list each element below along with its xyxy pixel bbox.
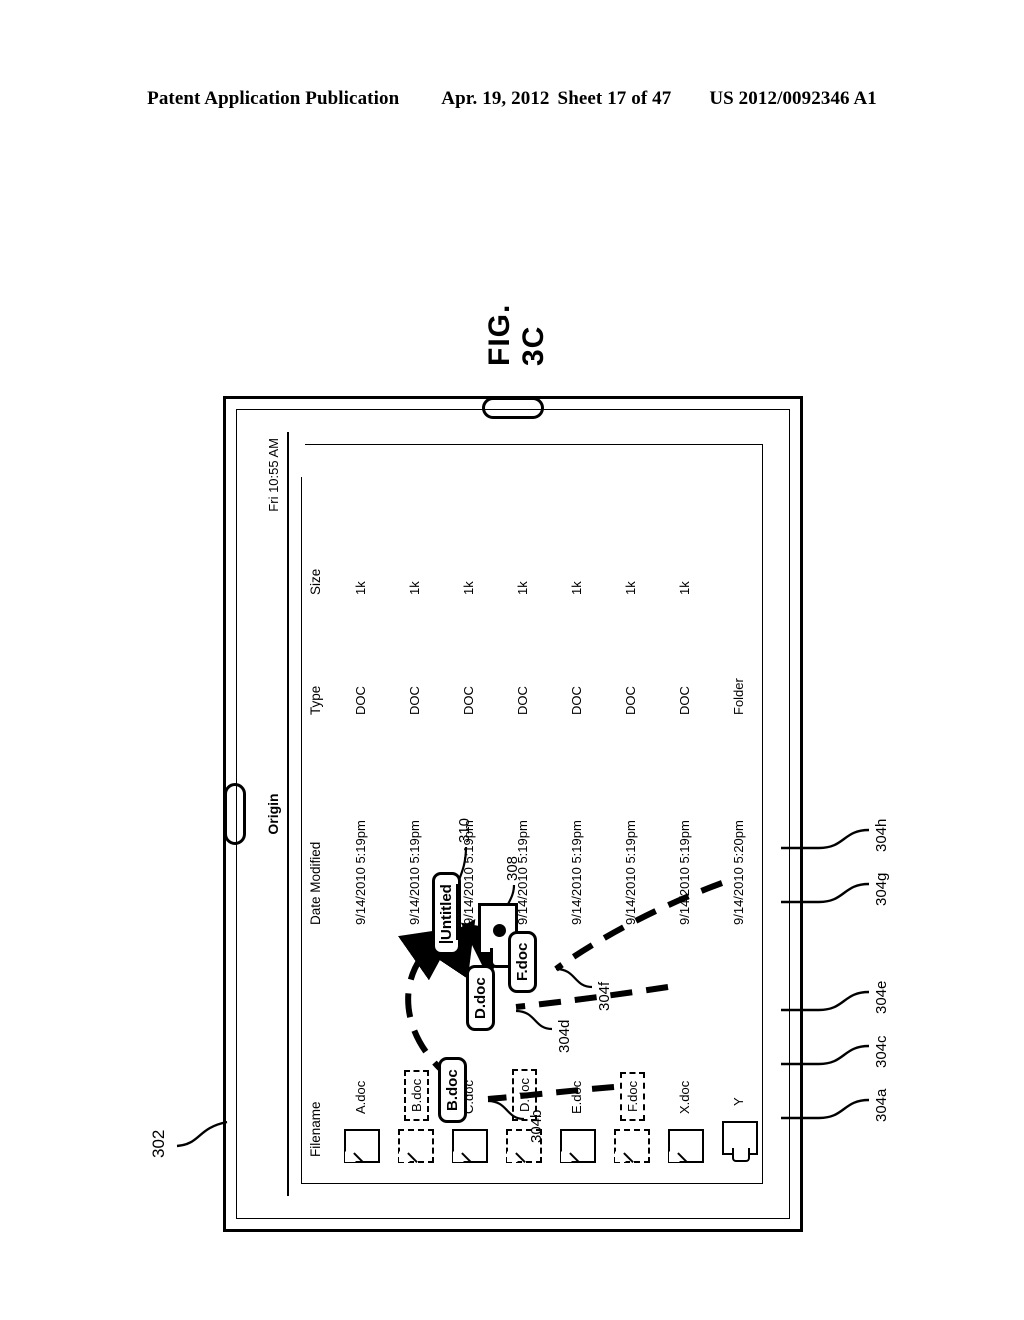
- file-list-window[interactable]: Filename Date Modified Type Size A.doc 9…: [301, 444, 763, 1184]
- window-title: Origin: [265, 793, 281, 835]
- table-row[interactable]: A.doc 9/14/2010 5:19pm DOC 1k: [336, 445, 390, 1183]
- ref-304f: 304f: [596, 981, 613, 1011]
- file-type: DOC: [353, 686, 368, 715]
- folder-badge-dot-icon: [493, 924, 506, 937]
- drag-chip-d[interactable]: D.doc: [466, 965, 495, 1031]
- file-size: 1k: [623, 581, 638, 595]
- file-size: 1k: [515, 581, 530, 595]
- file-size: 1k: [677, 581, 692, 595]
- table-row[interactable]: X.doc 9/14/2010 5:19pm DOC 1k: [660, 445, 714, 1183]
- file-type: DOC: [407, 686, 422, 715]
- file-rows: A.doc 9/14/2010 5:19pm DOC 1k B.doc 9/14…: [336, 445, 762, 1183]
- file-type: DOC: [569, 686, 584, 715]
- file-date-modified: 9/14/2010 5:19pm: [623, 820, 638, 925]
- title-bar: Origin Fri 10:55 AM: [259, 432, 289, 1196]
- ref-304h: 304h: [873, 818, 890, 852]
- document-icon[interactable]: [560, 1129, 596, 1163]
- patent-sheet-header: Patent Application Publication Apr. 19, …: [0, 88, 1024, 110]
- table-row[interactable]: F.doc 9/14/2010 5:19pm DOC 1k: [606, 445, 660, 1183]
- ref-304e: 304e: [873, 980, 890, 1014]
- table-row[interactable]: Y 9/14/2010 5:20pm Folder: [714, 445, 768, 1183]
- device-bezel-inner: Origin Fri 10:55 AM Filename Date Modifi…: [236, 409, 790, 1219]
- file-type: DOC: [515, 686, 530, 715]
- file-name-label[interactable]: X.doc: [674, 1074, 695, 1121]
- tablet-device: Origin Fri 10:55 AM Filename Date Modifi…: [223, 396, 803, 1232]
- ref-304a: 304a: [873, 1088, 890, 1122]
- file-type: DOC: [623, 686, 638, 715]
- column-header-date-modified[interactable]: Date Modified: [308, 842, 323, 925]
- file-name-label[interactable]: Y: [728, 1090, 749, 1113]
- file-size: 1k: [407, 581, 422, 595]
- publication-date: Apr. 19, 2012: [441, 88, 550, 109]
- file-name-label[interactable]: B.doc: [404, 1069, 429, 1121]
- patent-number: US 2012/0092346 A1: [709, 88, 877, 109]
- ref-310: 310: [456, 817, 473, 843]
- ref-304b: 304b: [528, 1109, 545, 1143]
- file-size: 1k: [569, 581, 584, 595]
- ref-302: 302: [149, 1129, 168, 1158]
- file-date-modified: 9/14/2010 5:20pm: [731, 820, 746, 925]
- ref-308: 308: [504, 855, 521, 881]
- document-icon-dashed[interactable]: [614, 1129, 650, 1163]
- file-type: DOC: [677, 686, 692, 715]
- drag-chip-f[interactable]: F.doc: [508, 930, 537, 993]
- file-date-modified: 9/14/2010 5:19pm: [353, 820, 368, 925]
- file-date-modified: 9/14/2010 5:19pm: [677, 820, 692, 925]
- column-header-row: Filename Date Modified Type Size: [308, 445, 334, 1183]
- drag-chip-b[interactable]: B.doc: [438, 1057, 467, 1123]
- file-name-label[interactable]: E.doc: [566, 1074, 587, 1121]
- table-row[interactable]: B.doc 9/14/2010 5:19pm DOC 1k: [390, 445, 444, 1183]
- ref-304c: 304c: [873, 1035, 890, 1068]
- text-cursor-icon: [439, 941, 453, 943]
- column-header-filename[interactable]: Filename: [308, 1101, 323, 1157]
- document-icon[interactable]: [452, 1129, 488, 1163]
- file-size: 1k: [353, 581, 368, 595]
- file-type: Folder: [731, 678, 746, 715]
- file-name-label[interactable]: F.doc: [620, 1071, 645, 1121]
- document-icon[interactable]: [344, 1129, 380, 1163]
- document-icon-dashed[interactable]: [398, 1129, 434, 1163]
- folder-icon[interactable]: [722, 1121, 758, 1162]
- publication-label: Patent Application Publication: [147, 88, 400, 109]
- file-size: 1k: [461, 581, 476, 595]
- ref-304d: 304d: [556, 1019, 573, 1053]
- figure-canvas: FIG. 3C Origin Fri 10:55 AM Filename Dat…: [127, 270, 897, 1250]
- file-name-label[interactable]: A.doc: [350, 1074, 371, 1121]
- publication-date-sheet: Apr. 19, 2012 Sheet 17 of 47: [441, 88, 671, 110]
- figure-caption: FIG. 3C: [483, 303, 550, 366]
- column-header-size[interactable]: Size: [308, 569, 323, 595]
- table-row[interactable]: E.doc 9/14/2010 5:19pm DOC 1k: [552, 445, 606, 1183]
- file-type: DOC: [461, 686, 476, 715]
- file-date-modified: 9/14/2010 5:19pm: [569, 820, 584, 925]
- document-icon[interactable]: [668, 1129, 704, 1163]
- ref-304g: 304g: [873, 872, 890, 906]
- new-folder-name-field[interactable]: Untitled: [432, 872, 461, 955]
- new-folder-name-text: Untitled: [438, 884, 458, 940]
- status-clock: Fri 10:55 AM: [265, 438, 281, 512]
- sheet-number: Sheet 17 of 47: [557, 88, 672, 109]
- table-row[interactable]: D.doc 9/14/2010 5:19pm DOC 1k: [498, 445, 552, 1183]
- column-header-type[interactable]: Type: [308, 686, 323, 715]
- file-date-modified: 9/14/2010 5:19pm: [407, 820, 422, 925]
